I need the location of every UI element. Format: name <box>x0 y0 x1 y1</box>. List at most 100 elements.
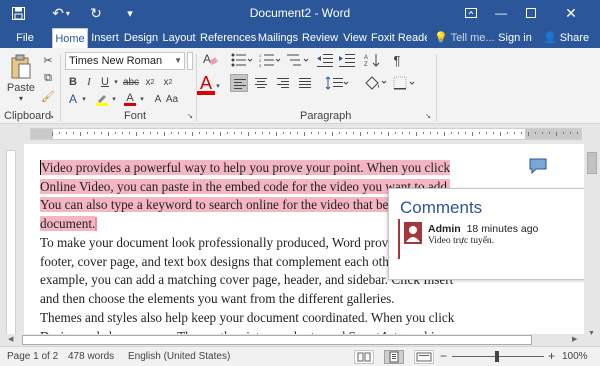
group-separator <box>60 54 61 122</box>
ruler-tick <box>339 132 340 134</box>
format-painter-icon[interactable]: 🖌 <box>40 88 56 104</box>
copy-icon[interactable]: ⧉ <box>40 70 56 86</box>
tab-foxit-reader[interactable]: Foxit Reader <box>371 28 427 48</box>
change-case-icon[interactable]: Aa <box>166 92 178 106</box>
align-right-button[interactable] <box>274 74 292 92</box>
scroll-right-icon[interactable]: ▶ <box>572 335 577 343</box>
underline-dropdown-icon[interactable]: ▾ <box>112 74 120 90</box>
tab-references[interactable]: References <box>200 28 256 48</box>
ruler-tick <box>416 132 417 136</box>
ruler-tick <box>213 132 214 134</box>
ruler-tick <box>437 132 438 134</box>
cut-icon[interactable]: ✂ <box>40 52 56 68</box>
highlight-color-icon[interactable] <box>94 92 110 106</box>
increase-indent-icon[interactable] <box>338 52 356 68</box>
horizontal-ruler[interactable] <box>0 124 600 144</box>
align-center-button[interactable] <box>252 74 270 92</box>
align-center-icon <box>255 78 267 88</box>
ribbon-options-icon[interactable] <box>456 3 486 23</box>
ruler-tick <box>311 132 312 134</box>
tab-view[interactable]: View <box>340 28 370 48</box>
print-layout-button[interactable] <box>384 350 404 364</box>
comment-balloon-icon[interactable] <box>529 158 547 175</box>
shading-icon[interactable] <box>362 74 388 92</box>
borders-icon[interactable] <box>392 74 418 92</box>
justify-button[interactable] <box>296 74 314 92</box>
text-line: You can also type a keyword to search on… <box>40 197 445 212</box>
tab-review[interactable]: Review <box>301 28 339 48</box>
ruler-tick <box>367 132 368 134</box>
ruler-tick <box>451 132 452 134</box>
paste-button[interactable]: Paste ▾ <box>6 52 36 104</box>
multilevel-list-icon[interactable] <box>286 52 310 68</box>
zoom-level[interactable]: 100% <box>562 351 588 362</box>
bold-icon[interactable]: B <box>66 74 80 90</box>
language-status[interactable]: English (United States) <box>128 351 230 362</box>
decrease-indent-icon[interactable] <box>316 52 334 68</box>
comment-card[interactable]: Admin 18 minutes ago Video trực tuyến. <box>398 219 598 259</box>
svg-text:3: 3 <box>259 63 262 67</box>
tab-insert[interactable]: Insert <box>89 28 121 48</box>
share-button[interactable]: 👤 Share <box>538 28 594 48</box>
clipboard-launcher-icon[interactable]: ↘ <box>47 112 55 120</box>
page-count[interactable]: Page 1 of 2 <box>7 351 58 362</box>
sort-icon[interactable]: AZ <box>362 52 384 68</box>
show-formatting-marks-icon[interactable]: ¶ <box>388 52 406 68</box>
ruler-tick <box>283 132 284 134</box>
horizontal-scrollbar[interactable]: ◀ ▶ <box>0 334 584 346</box>
clear-formatting-icon[interactable]: A <box>200 50 220 68</box>
grow-font-icon[interactable]: A <box>152 92 164 106</box>
align-left-button[interactable] <box>230 74 248 92</box>
italic-icon[interactable]: I <box>82 74 96 90</box>
sign-in-link[interactable]: Sign in <box>496 28 534 48</box>
status-bar: Page 1 of 2 478 words English (United St… <box>0 346 600 366</box>
paragraph-launcher-icon[interactable]: ↘ <box>424 112 432 120</box>
vertical-scroll-thumb[interactable] <box>587 152 597 174</box>
font-color-dropdown-icon[interactable]: ▾ <box>138 92 146 106</box>
superscript-icon[interactable]: x2 <box>160 74 176 90</box>
underline-icon[interactable]: U <box>98 74 112 90</box>
tab-mailings[interactable]: Mailings <box>257 28 299 48</box>
tab-layout[interactable]: Layout <box>160 28 198 48</box>
comment-text[interactable]: Video trực tuyến. <box>428 236 494 246</box>
close-icon[interactable]: ✕ <box>556 3 586 23</box>
paragraph-group-label: Paragraph <box>300 110 352 122</box>
numbering-icon[interactable]: 123 <box>258 52 282 68</box>
tell-me-search[interactable]: 💡 Tell me... <box>434 28 500 48</box>
font-name-combo[interactable]: Times New Roman ▼ <box>65 52 185 70</box>
ruler-tick <box>353 132 354 134</box>
vertical-scrollbar[interactable]: ▼ <box>584 144 600 346</box>
zoom-slider-thumb[interactable] <box>495 351 499 362</box>
font-launcher-icon[interactable]: ↘ <box>186 112 194 120</box>
zoom-in-icon[interactable]: + <box>548 349 555 363</box>
read-mode-button[interactable] <box>354 350 374 364</box>
horizontal-scroll-thumb[interactable] <box>22 335 532 345</box>
ruler-tick <box>220 132 221 136</box>
text-effects-dropdown-icon[interactable]: ▾ <box>80 92 88 106</box>
tab-design[interactable]: Design <box>123 28 159 48</box>
ruler-tick <box>192 132 193 136</box>
maximize-icon[interactable] <box>516 3 546 23</box>
strikethrough-icon[interactable]: abc <box>122 74 140 90</box>
minimize-icon[interactable]: — <box>486 3 516 23</box>
highlight-dropdown-icon[interactable]: ▾ <box>110 92 118 106</box>
word-count[interactable]: 478 words <box>68 351 114 362</box>
scroll-left-icon[interactable]: ◀ <box>8 335 13 343</box>
tab-home[interactable]: Home <box>52 28 88 48</box>
ruler-tick <box>171 132 172 134</box>
text-effects-icon[interactable]: A <box>66 92 80 106</box>
font-size-combo[interactable] <box>187 52 193 70</box>
tab-file[interactable]: File <box>6 28 44 48</box>
bullets-icon[interactable] <box>230 52 254 68</box>
ruler-tick <box>507 132 508 134</box>
subscript-icon[interactable]: x2 <box>142 74 158 90</box>
font-color-icon[interactable]: A <box>122 92 138 106</box>
font-color-large-dropdown-icon[interactable]: ▾ <box>214 80 222 92</box>
ruler-tick <box>157 132 158 134</box>
scroll-down-icon[interactable]: ▼ <box>588 330 595 337</box>
font-group-label: Font <box>124 110 147 122</box>
ruler-tick <box>199 132 200 134</box>
zoom-out-icon[interactable]: − <box>440 349 447 363</box>
web-layout-button[interactable] <box>414 350 434 364</box>
line-spacing-icon[interactable] <box>324 74 350 92</box>
